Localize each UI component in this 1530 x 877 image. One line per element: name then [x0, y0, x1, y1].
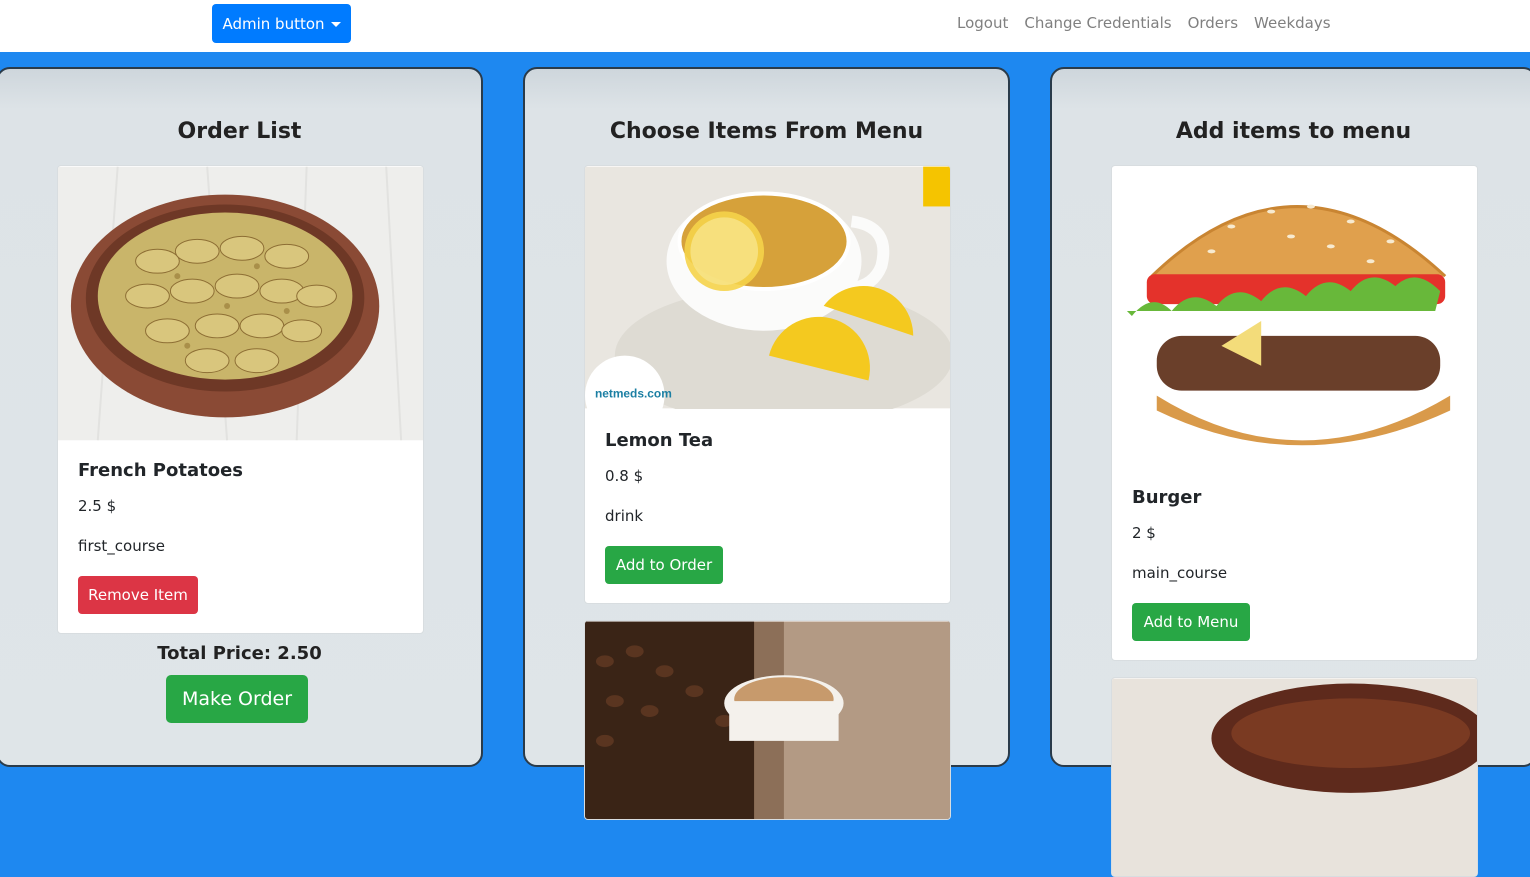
- nav-links: Logout Change Credentials Orders Weekday…: [957, 12, 1347, 34]
- add-menu-item-category: main_course: [1132, 564, 1228, 582]
- menu-item-card: netmeds.com Lemon Tea 0.8 $ drink Add to…: [584, 165, 951, 604]
- add-to-order-button[interactable]: Add to Order: [605, 546, 723, 584]
- roast-meat-image: [1112, 678, 1477, 876]
- coffee-image: [585, 621, 950, 819]
- nav-logout[interactable]: Logout: [957, 12, 1008, 34]
- menu-item-category: drink: [605, 507, 644, 525]
- lemon-tea-image: netmeds.com: [585, 166, 950, 409]
- add-menu-item-card-meat: [1111, 677, 1478, 877]
- menu-item-card-coffee: [584, 620, 951, 820]
- remove-item-button[interactable]: Remove Item: [78, 576, 198, 614]
- order-list-title: Order List: [177, 119, 302, 144]
- netmeds-watermark: netmeds.com: [595, 386, 672, 400]
- add-menu-item-card: Burger 2 $ main_course Add to Menu: [1111, 165, 1478, 661]
- order-list-panel: Order List French Potatoes 2.5 $ first_c…: [0, 67, 483, 767]
- order-item-price: 2.5 $: [78, 497, 117, 515]
- menu-item-name: Lemon Tea: [605, 430, 714, 451]
- menu-item-price: 0.8 $: [605, 467, 644, 485]
- order-item-name: French Potatoes: [78, 460, 243, 481]
- add-menu-item-name: Burger: [1132, 487, 1202, 508]
- nav-orders[interactable]: Orders: [1188, 12, 1238, 34]
- nav-change-credentials[interactable]: Change Credentials: [1024, 12, 1171, 34]
- add-menu-panel: Add items to menu Burger 2 $ main_course…: [1050, 67, 1530, 877]
- make-order-button[interactable]: Make Order: [166, 675, 308, 723]
- admin-dropdown-button[interactable]: Admin button: [212, 4, 351, 43]
- add-menu-title: Add items to menu: [1175, 119, 1412, 144]
- add-to-menu-button[interactable]: Add to Menu: [1132, 603, 1250, 641]
- order-item-category: first_course: [78, 537, 165, 555]
- burger-image: [1112, 166, 1477, 466]
- french-potatoes-image: [58, 166, 423, 441]
- menu-title: Choose Items From Menu: [609, 119, 924, 144]
- caret-down-icon: [330, 22, 341, 27]
- menu-panel: Choose Items From Menu netmeds.com Lemon…: [523, 67, 1010, 820]
- admin-button-label: Admin button: [222, 14, 325, 33]
- total-price: Total Price: 2.50: [157, 643, 322, 664]
- top-navbar: Admin button Logout Change Credentials O…: [0, 0, 1530, 52]
- add-menu-item-price: 2 $: [1132, 524, 1156, 542]
- order-item-card: French Potatoes 2.5 $ first_course Remov…: [57, 165, 424, 634]
- nav-weekdays[interactable]: Weekdays: [1254, 12, 1331, 34]
